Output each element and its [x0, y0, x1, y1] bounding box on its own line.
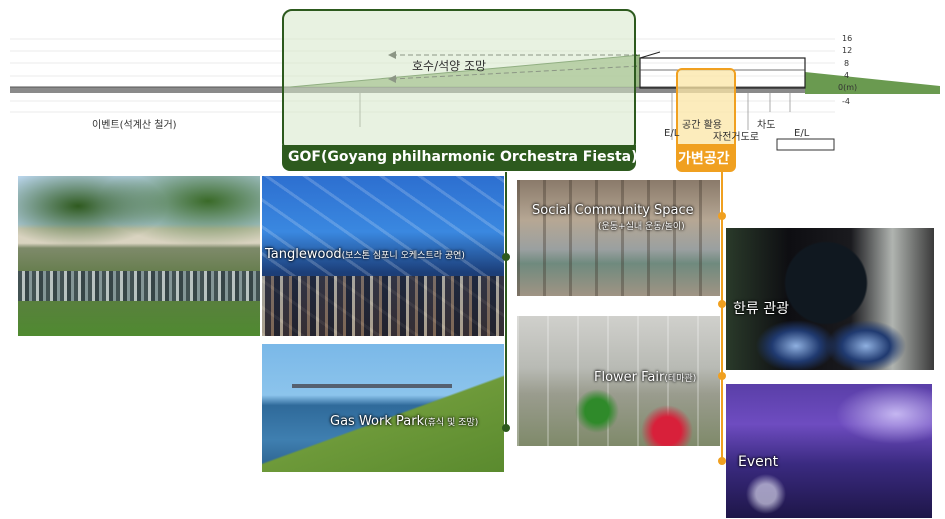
tanglewood-label: Tanglewood(보스톤 심포니 오케스트라 공연) [265, 247, 465, 262]
connector-dot-flower [718, 372, 726, 380]
photo-social-community [517, 180, 720, 296]
tanglewood-label-main: Tanglewood [265, 247, 342, 262]
connector-dot-event [718, 457, 726, 465]
social-label-main: Social Community Space [532, 203, 694, 218]
photo-tanglewood-lawn [18, 176, 260, 336]
connector-dot-tanglewood [502, 253, 510, 261]
event-label-photo: Event [738, 454, 779, 470]
gaswork-label: Gas Work Park(휴식 및 조망) [330, 414, 478, 429]
photo-event [726, 384, 932, 518]
flower-label-main: Flower Fair [594, 370, 665, 385]
connector-dot-social [718, 212, 726, 220]
photo-gas-work-park [262, 344, 504, 472]
social-label-sub: (운동+실내 운동/놀이) [598, 222, 685, 232]
connector-dot-hallyu [718, 300, 726, 308]
connector-dot-gaswork [502, 424, 510, 432]
flower-label: Flower Fair(테마관) [594, 370, 696, 385]
hallyu-label: 한류 관광 [733, 301, 789, 317]
tanglewood-label-sub: (보스톤 심포니 오케스트라 공연) [341, 251, 465, 261]
flower-label-sub: (테마관) [664, 374, 697, 384]
gaswork-label-sub: (휴식 및 조망) [424, 418, 479, 428]
gaswork-label-main: Gas Work Park [330, 414, 425, 429]
